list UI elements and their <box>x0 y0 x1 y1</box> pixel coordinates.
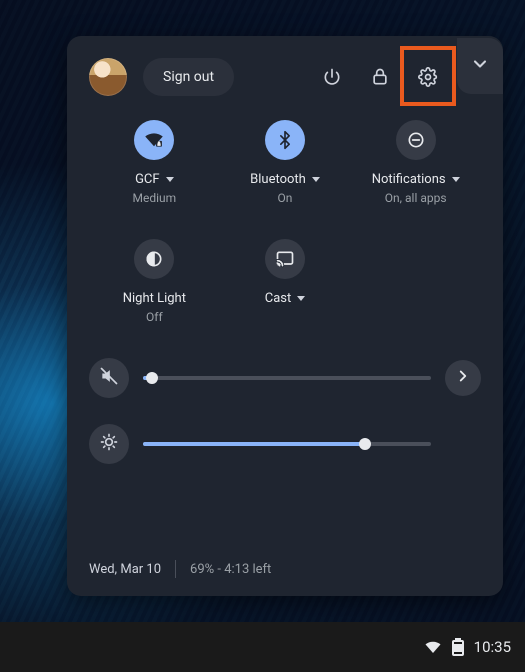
taskbar-clock[interactable]: 10:35 <box>474 638 511 656</box>
brightness-row <box>89 424 481 464</box>
volume-slider[interactable] <box>143 376 431 380</box>
audio-settings-button[interactable] <box>445 360 481 396</box>
tile-label: GCF <box>135 172 160 187</box>
tile-sublabel: Medium <box>132 191 176 205</box>
tile-cast[interactable]: Cast <box>220 239 351 324</box>
power-icon <box>322 67 342 87</box>
avatar[interactable] <box>89 58 127 96</box>
brightness-button[interactable] <box>89 424 129 464</box>
brightness-slider[interactable] <box>143 442 431 446</box>
tile-nightlight[interactable]: Night Light Off <box>89 239 220 324</box>
brightness-icon <box>99 432 119 456</box>
quick-tiles-grid: GCF Medium Bluetooth On <box>89 120 481 324</box>
tile-sublabel: On <box>278 191 293 205</box>
taskbar-battery-icon[interactable] <box>452 638 464 656</box>
power-button[interactable] <box>313 58 351 96</box>
slider-section <box>89 358 481 464</box>
tile-wifi[interactable]: GCF Medium <box>89 120 220 205</box>
caret-down-icon <box>166 177 174 182</box>
tile-bluetooth[interactable]: Bluetooth On <box>220 120 351 205</box>
panel-header: Sign out <box>89 58 481 96</box>
divider <box>175 560 176 578</box>
tile-label: Bluetooth <box>250 172 306 187</box>
settings-button[interactable] <box>409 58 447 96</box>
caret-down-icon <box>297 296 305 301</box>
volume-mute-button[interactable] <box>89 358 129 398</box>
chevron-right-icon <box>454 367 472 389</box>
tile-notifications[interactable]: Notifications On, all apps <box>350 120 481 205</box>
panel-footer: Wed, Mar 10 69% - 4:13 left <box>89 554 481 578</box>
tile-label: Night Light <box>123 291 186 306</box>
tile-sublabel: On, all apps <box>385 191 447 205</box>
dnd-icon <box>396 120 436 160</box>
bluetooth-icon <box>265 120 305 160</box>
caret-down-icon <box>312 177 320 182</box>
wifi-icon <box>134 120 174 160</box>
tile-sublabel: Off <box>146 310 163 324</box>
taskbar-wifi-icon[interactable] <box>424 638 442 656</box>
collapse-button[interactable] <box>457 38 503 94</box>
sign-out-button[interactable]: Sign out <box>143 58 234 96</box>
chevron-down-icon <box>470 54 490 78</box>
nightlight-icon <box>134 239 174 279</box>
gear-icon <box>418 67 438 87</box>
lock-button[interactable] <box>361 58 399 96</box>
volume-mute-icon <box>99 366 119 390</box>
footer-date: Wed, Mar 10 <box>89 562 161 577</box>
lock-icon <box>370 67 390 87</box>
footer-battery: 69% - 4:13 left <box>190 562 271 577</box>
cast-icon <box>265 239 305 279</box>
caret-down-icon <box>452 177 460 182</box>
taskbar: 10:35 <box>0 622 525 672</box>
quick-settings-panel: Sign out <box>67 36 503 596</box>
tile-label: Cast <box>265 291 292 306</box>
tile-label: Notifications <box>372 172 446 187</box>
volume-row <box>89 358 481 398</box>
